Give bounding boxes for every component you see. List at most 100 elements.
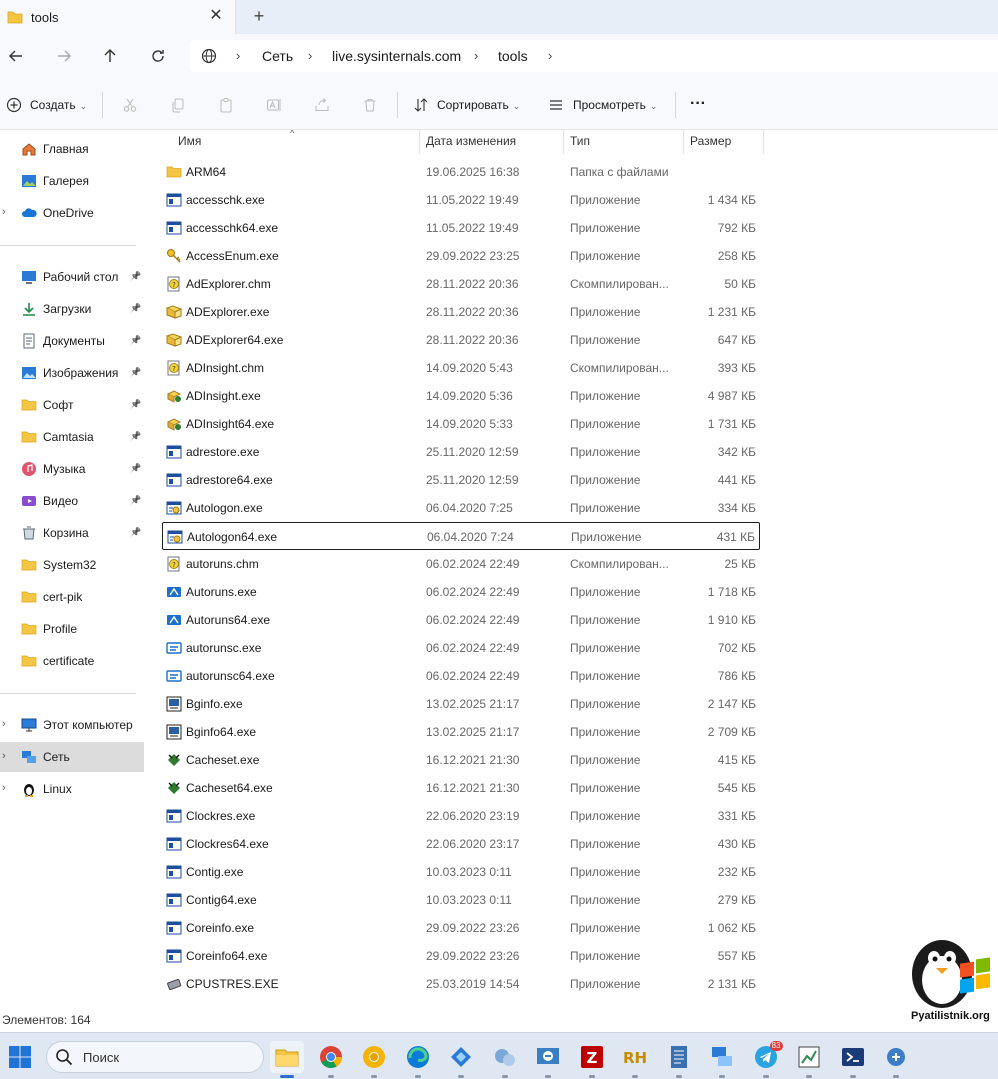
- file-row[interactable]: autorunsc64.exe 06.02.2024 22:49 Приложени…: [162, 662, 760, 690]
- copy-icon[interactable]: [168, 95, 188, 115]
- file-row[interactable]: Bginfo64.exe 13.02.2025 21:17 Приложение 2 …: [162, 718, 760, 746]
- column-divider[interactable]: [683, 130, 684, 154]
- sidebar-item-галерея[interactable]: Галерея: [0, 166, 144, 196]
- column-date[interactable]: Дата изменения: [426, 134, 516, 148]
- column-divider[interactable]: [563, 130, 564, 154]
- telegram-icon[interactable]: 83: [749, 1041, 783, 1073]
- view-button[interactable]: Просмотреть ⌄: [573, 98, 657, 112]
- pin-icon[interactable]: 📌: [130, 527, 141, 538]
- sort-icon[interactable]: [411, 95, 431, 115]
- file-row[interactable]: ARM64 19.06.2025 16:38 Папка с файлами: [162, 158, 760, 186]
- sidebar-item-изображения[interactable]: Изображения 📌: [0, 358, 144, 388]
- file-row[interactable]: Autoruns64.exe 06.02.2024 22:49 Приложение…: [162, 606, 760, 634]
- sidebar-item-linux[interactable]: › Linux: [0, 774, 144, 804]
- file-row[interactable]: ADExplorer.exe 28.11.2022 20:36 Приложение…: [162, 298, 760, 326]
- notes-icon[interactable]: [662, 1041, 696, 1073]
- sidebar-item-onedrive[interactable]: › OneDrive: [0, 198, 144, 228]
- file-row[interactable]: adrestore.exe 25.11.2020 12:59 Приложение 3…: [162, 438, 760, 466]
- filezilla-icon[interactable]: Z: [575, 1041, 609, 1073]
- column-size[interactable]: Размер: [690, 134, 731, 148]
- back-arrow-icon[interactable]: [4, 44, 28, 68]
- file-row[interactable]: ? autoruns.chm 06.02.2024 22:49 Скомпилиров…: [162, 550, 760, 578]
- file-row[interactable]: Clockres64.exe 22.06.2020 23:17 Приложение…: [162, 830, 760, 858]
- chrome-canary-icon[interactable]: [357, 1041, 391, 1073]
- pin-icon[interactable]: 📌: [130, 271, 141, 282]
- pin-icon[interactable]: 📌: [130, 463, 141, 474]
- file-row[interactable]: Contig64.exe 10.03.2023 0:11 Приложение 279…: [162, 886, 760, 914]
- file-row[interactable]: accesschk64.exe 11.05.2022 19:49 Приложени…: [162, 214, 760, 242]
- file-row[interactable]: Autologon64.exe 06.04.2020 7:24 Приложение…: [162, 522, 760, 550]
- remote-tools-icon[interactable]: [879, 1041, 913, 1073]
- chevron-right-icon[interactable]: ›: [2, 750, 6, 762]
- pin-icon[interactable]: 📌: [130, 495, 141, 506]
- file-row[interactable]: ? ADInsight.chm 14.09.2020 5:43 Скомпилиров…: [162, 354, 760, 382]
- view-icon[interactable]: [546, 95, 566, 115]
- file-row[interactable]: ADInsight64.exe 14.09.2020 5:33 Приложение…: [162, 410, 760, 438]
- sidebar-item-корзина[interactable]: Корзина 📌: [0, 518, 144, 548]
- up-arrow-icon[interactable]: [98, 44, 122, 68]
- file-row[interactable]: Bginfo.exe 13.02.2025 21:17 Приложение 2 14…: [162, 690, 760, 718]
- file-row[interactable]: AccessEnum.exe 29.09.2022 23:25 Приложение…: [162, 242, 760, 270]
- chevron-right-icon[interactable]: ›: [2, 718, 6, 730]
- file-row[interactable]: autorunsc.exe 06.02.2024 22:49 Приложение 7…: [162, 634, 760, 662]
- file-row[interactable]: adrestore64.exe 25.11.2020 12:59 Приложени…: [162, 466, 760, 494]
- sidebar-item-сеть[interactable]: › Сеть: [0, 742, 144, 772]
- pin-icon[interactable]: 📌: [130, 399, 141, 410]
- sidebar-item-рабочий-стол[interactable]: Рабочий стол 📌: [0, 262, 144, 292]
- system-tool-icon[interactable]: [488, 1041, 522, 1073]
- pin-icon[interactable]: 📌: [130, 303, 141, 314]
- file-row[interactable]: Autologon.exe 06.04.2020 7:25 Приложение 33…: [162, 494, 760, 522]
- pin-icon[interactable]: 📌: [130, 335, 141, 346]
- network-tool-icon[interactable]: [444, 1041, 478, 1073]
- column-divider[interactable]: [419, 130, 420, 154]
- file-row[interactable]: Autoruns.exe 06.02.2024 22:49 Приложение 1 …: [162, 578, 760, 606]
- sidebar-item-certificate[interactable]: certificate: [0, 646, 144, 676]
- column-divider[interactable]: [763, 130, 764, 154]
- chevron-right-icon[interactable]: ›: [308, 48, 312, 63]
- cut-icon[interactable]: [120, 95, 140, 115]
- file-row[interactable]: Coreinfo.exe 29.09.2022 23:26 Приложение 1 …: [162, 914, 760, 942]
- file-row[interactable]: ADExplorer64.exe 28.11.2022 20:36 Приложен…: [162, 326, 760, 354]
- file-row[interactable]: Cacheset64.exe 16.12.2021 21:30 Приложение…: [162, 774, 760, 802]
- rename-icon[interactable]: [264, 95, 284, 115]
- paste-icon[interactable]: [216, 95, 236, 115]
- sidebar-item-музыка[interactable]: Музыка 📌: [0, 454, 144, 484]
- breadcrumb-network[interactable]: Сеть: [262, 48, 293, 64]
- chevron-right-icon[interactable]: ›: [2, 782, 6, 794]
- file-row[interactable]: Clockres.exe 22.06.2020 23:19 Приложение 33…: [162, 802, 760, 830]
- sidebar-item-system32[interactable]: System32: [0, 550, 144, 580]
- sidebar-item-profile[interactable]: Profile: [0, 614, 144, 644]
- sidebar-item-софт[interactable]: Софт 📌: [0, 390, 144, 420]
- pin-icon[interactable]: 📌: [130, 367, 141, 378]
- rdp-manager-icon[interactable]: [531, 1041, 565, 1073]
- sidebar-item-camtasia[interactable]: Camtasia 📌: [0, 422, 144, 452]
- breadcrumb-tools[interactable]: tools: [498, 48, 528, 64]
- taskbar-search[interactable]: Поиск: [46, 1041, 264, 1073]
- sidebar-item-документы[interactable]: Документы 📌: [0, 326, 144, 356]
- delete-icon[interactable]: [360, 95, 380, 115]
- sidebar-item-видео[interactable]: Видео 📌: [0, 486, 144, 516]
- sidebar-item-cert-pik[interactable]: cert-pik: [0, 582, 144, 612]
- sort-button[interactable]: Сортировать ⌄: [437, 98, 520, 112]
- column-type[interactable]: Тип: [570, 134, 590, 148]
- chevron-right-icon[interactable]: ›: [2, 206, 6, 218]
- paint-icon[interactable]: [792, 1041, 826, 1073]
- chevron-right-icon[interactable]: ›: [236, 48, 240, 63]
- column-name[interactable]: Имя: [178, 134, 201, 148]
- sidebar-item-главная[interactable]: Главная: [0, 134, 144, 164]
- powershell-icon[interactable]: [836, 1041, 870, 1073]
- breadcrumb-host[interactable]: live.sysinternals.com: [332, 48, 461, 64]
- network-admin-icon[interactable]: [705, 1041, 739, 1073]
- close-tab-icon[interactable]: ✕: [206, 6, 226, 26]
- new-button[interactable]: Создать ⌄: [30, 98, 87, 112]
- pin-icon[interactable]: 📌: [130, 431, 141, 442]
- new-tab-button[interactable]: +: [249, 6, 269, 26]
- plus-circle-icon[interactable]: [4, 95, 24, 115]
- more-options-button[interactable]: ···: [690, 95, 706, 113]
- file-row[interactable]: accesschk.exe 11.05.2022 19:49 Приложение 1…: [162, 186, 760, 214]
- address-bar[interactable]: › Сеть › live.sysinternals.com › tools ›: [190, 40, 998, 72]
- chrome-icon[interactable]: [314, 1041, 348, 1073]
- edge-icon[interactable]: [401, 1041, 435, 1073]
- chevron-right-icon[interactable]: ›: [474, 48, 478, 63]
- sidebar-item-загрузки[interactable]: Загрузки 📌: [0, 294, 144, 324]
